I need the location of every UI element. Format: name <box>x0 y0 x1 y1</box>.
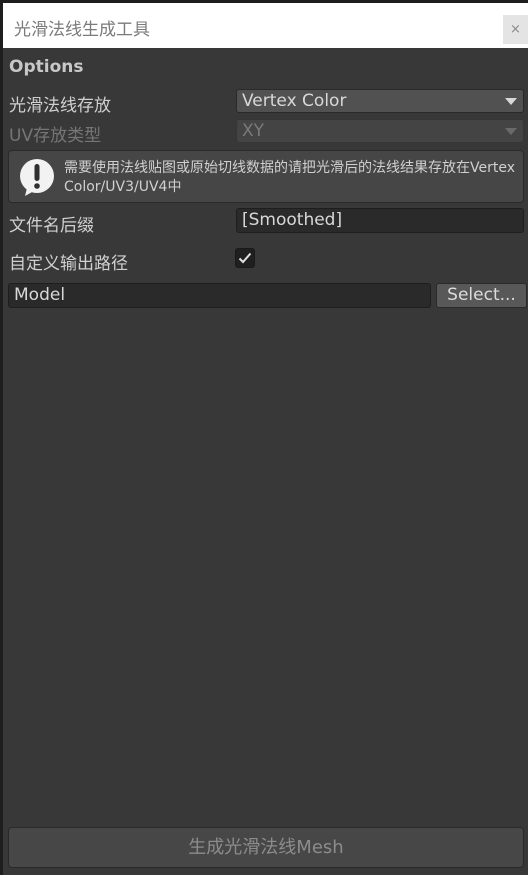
custom-path-checkbox[interactable] <box>235 248 255 268</box>
title-bar: 光滑法线生成工具 × <box>3 3 528 48</box>
chevron-down-icon <box>505 98 517 105</box>
generate-mesh-button[interactable]: 生成光滑法线Mesh <box>8 827 524 868</box>
checkmark-icon <box>238 252 252 264</box>
window-title: 光滑法线生成工具 <box>14 20 150 40</box>
storage-dropdown[interactable]: Vertex Color <box>236 89 524 113</box>
uv-type-label: UV存放类型 <box>9 126 102 146</box>
custom-path-label: 自定义输出路径 <box>9 254 128 274</box>
storage-dropdown-value: Vertex Color <box>242 91 347 111</box>
suffix-label: 文件名后缀 <box>9 216 94 236</box>
help-box: 需要使用法线贴图或原始切线数据的请把光滑后的法线结果存放在VertexColor… <box>8 150 524 203</box>
select-path-button[interactable]: Select... <box>436 283 527 308</box>
storage-label: 光滑法线存放 <box>9 96 111 116</box>
tool-window: 光滑法线生成工具 × Options 光滑法线存放 Vertex Color U… <box>3 3 528 875</box>
chevron-down-icon <box>505 128 517 135</box>
help-text: 需要使用法线贴图或原始切线数据的请把光滑后的法线结果存放在VertexColor… <box>64 160 515 195</box>
uv-type-dropdown[interactable]: XY <box>236 119 524 143</box>
options-header: Options <box>9 57 84 77</box>
uv-type-dropdown-value: XY <box>242 121 265 141</box>
warning-icon <box>20 159 54 196</box>
suffix-input[interactable]: [Smoothed] <box>236 208 524 233</box>
path-input[interactable]: Model <box>8 283 431 308</box>
close-button[interactable]: × <box>503 15 528 44</box>
